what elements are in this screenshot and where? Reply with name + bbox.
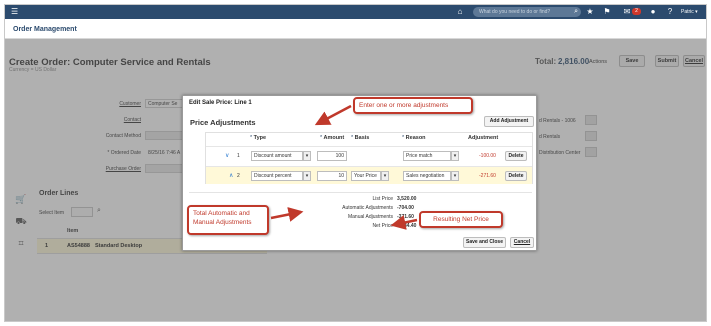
delete-button[interactable]: Delete <box>505 171 527 181</box>
hamburger-icon[interactable]: ☰ <box>11 8 20 16</box>
star-icon[interactable]: ★ <box>585 7 595 17</box>
type-dropdown-icon[interactable]: ▾ <box>303 151 311 161</box>
automatic-adjustments-label: Automatic Adjustments <box>342 205 393 211</box>
callout-enter-adjustments: Enter one or more adjustments <box>353 97 473 114</box>
type-select[interactable]: Discount amount <box>251 151 303 161</box>
amount-column-header: * Amount <box>320 135 345 141</box>
search-icon[interactable]: ⌕ <box>574 7 578 17</box>
chevron-up-icon[interactable]: ∧ <box>229 172 233 179</box>
net-price-label: Net Price <box>372 223 393 229</box>
reason-column-header: * Reason <box>402 135 426 141</box>
basis-dropdown-icon[interactable]: ▾ <box>381 171 389 181</box>
type-dropdown-icon[interactable]: ▾ <box>303 171 311 181</box>
search-placeholder: What do you need to do or find? <box>479 9 551 15</box>
adjustment-value: -100.00 <box>479 153 496 159</box>
manual-adjustments-value: -371.60 <box>397 214 414 220</box>
basis-column-header: * Basis <box>351 135 370 141</box>
add-adjustment-button[interactable]: Add Adjustment <box>484 116 534 127</box>
amount-input[interactable]: 10 <box>317 171 347 181</box>
info-icon[interactable]: ● <box>648 7 658 17</box>
delete-button[interactable]: Delete <box>505 151 527 161</box>
basis-select[interactable]: Your Price <box>351 171 381 181</box>
reason-select[interactable]: Sales negotiation <box>403 171 451 181</box>
price-adjustments-title: Price Adjustments <box>190 118 256 127</box>
notification-count-badge: 2 <box>632 8 641 15</box>
amount-input[interactable]: 100 <box>317 151 347 161</box>
callout-net-price: Resulting Net Price <box>419 211 503 228</box>
reason-select[interactable]: Price match <box>403 151 451 161</box>
global-search-input[interactable]: What do you need to do or find? ⌕ <box>473 7 581 17</box>
list-price-value: 3,520.00 <box>397 196 417 202</box>
net-price-value: 2,444.40 <box>397 223 417 229</box>
list-price-label: List Price <box>372 196 393 202</box>
dialog-title: Edit Sale Price: Line 1 <box>189 100 252 106</box>
manual-adjustments-label: Manual Adjustments <box>347 214 393 220</box>
callout-total-adjustments: Total Automatic and Manual Adjustments <box>187 205 269 235</box>
help-icon[interactable]: ? <box>665 7 675 17</box>
row-number: 2 <box>237 173 240 179</box>
flag-icon[interactable]: ⚑ <box>602 7 612 17</box>
chevron-down-icon[interactable]: ∨ <box>225 152 229 159</box>
type-select[interactable]: Discount percent <box>251 171 303 181</box>
user-menu[interactable]: Patric ▾ <box>681 7 698 17</box>
adjustment-column-header: Adjustment <box>468 135 499 141</box>
app-frame: ☰ ⌂ What do you need to do or find? ⌕ ★ … <box>4 4 707 322</box>
row-number: 1 <box>237 153 240 159</box>
reason-dropdown-icon[interactable]: ▾ <box>451 171 459 181</box>
notifications-icon[interactable]: ✉ <box>622 7 632 17</box>
app-title[interactable]: Order Management <box>13 26 77 33</box>
adjustment-value: -271.60 <box>479 173 496 179</box>
global-header: ☰ ⌂ What do you need to do or find? ⌕ ★ … <box>5 5 706 19</box>
save-and-close-button[interactable]: Save and Close <box>463 237 506 248</box>
dialog-cancel-button[interactable]: Cancel <box>510 237 534 248</box>
home-icon[interactable]: ⌂ <box>455 7 465 17</box>
reason-dropdown-icon[interactable]: ▾ <box>451 151 459 161</box>
automatic-adjustments-value: -704.00 <box>397 205 414 211</box>
summary-divider <box>189 192 532 193</box>
type-column-header: * Type <box>250 135 267 141</box>
